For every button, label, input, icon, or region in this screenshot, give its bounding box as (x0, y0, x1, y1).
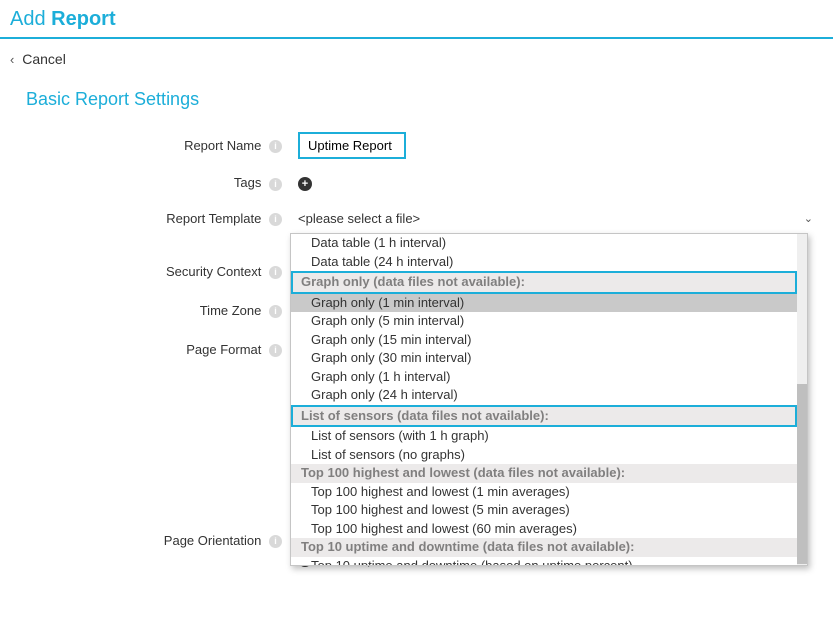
report-template-select[interactable]: <please select a file> ⌄ (298, 207, 833, 230)
page-header: Add Report (0, 0, 833, 39)
cancel-link[interactable]: ‹ Cancel (10, 51, 66, 67)
page-title: Add Report (10, 8, 116, 30)
dropdown-item[interactable]: List of sensors (with 1 h graph) (291, 427, 797, 446)
label-security-context: Security Context i (0, 264, 290, 279)
report-name-input[interactable] (298, 132, 406, 159)
dropdown-item[interactable]: Graph only (1 h interval) (291, 368, 797, 387)
info-icon[interactable]: i (269, 266, 282, 279)
info-icon[interactable]: i (269, 213, 282, 226)
dropdown-item[interactable]: Top 10 uptime and downtime (based on upt… (291, 557, 797, 567)
dropdown-group: Top 10 uptime and downtime (data files n… (291, 538, 797, 557)
title-bold: Report (51, 8, 115, 30)
label-page-orientation: Page Orientation i (0, 529, 290, 548)
label-report-template: Report Template i (0, 207, 290, 226)
row-report-name: Report Name i (0, 124, 833, 167)
label-report-name: Report Name i (0, 138, 290, 153)
report-template-dropdown: Data table (1 h interval)Data table (24 … (290, 233, 808, 566)
info-icon[interactable]: i (269, 305, 282, 318)
dropdown-group: List of sensors (data files not availabl… (291, 405, 797, 428)
dropdown-item[interactable]: Graph only (1 min interval) (291, 294, 797, 313)
dropdown-item[interactable]: Graph only (15 min interval) (291, 331, 797, 350)
info-icon[interactable]: i (269, 178, 282, 191)
row-report-template: Report Template i <please select a file>… (0, 199, 833, 238)
dropdown-item[interactable]: List of sensors (no graphs) (291, 446, 797, 465)
info-icon[interactable]: i (269, 140, 282, 153)
dropdown-item[interactable]: Data table (24 h interval) (291, 253, 797, 272)
dropdown-item[interactable]: Top 100 highest and lowest (1 min averag… (291, 483, 797, 502)
section-title: Basic Report Settings (0, 79, 833, 124)
dropdown-group: Top 100 highest and lowest (data files n… (291, 464, 797, 483)
dropdown-item[interactable]: Graph only (5 min interval) (291, 312, 797, 331)
info-icon[interactable]: i (269, 344, 282, 357)
scrollbar-thumb[interactable] (797, 384, 807, 564)
scrollbar[interactable] (797, 234, 807, 566)
title-light: Add (10, 8, 46, 30)
select-value: <please select a file> (298, 211, 420, 226)
chevron-down-icon: ⌄ (804, 212, 813, 225)
dropdown-group: Graph only (data files not available): (291, 271, 797, 294)
label-tags: Tags i (0, 175, 290, 190)
label-page-format: Page Format i (0, 342, 290, 357)
info-icon[interactable]: i (269, 535, 282, 548)
row-tags: Tags i + (0, 167, 833, 199)
dropdown-item[interactable]: Graph only (30 min interval) (291, 349, 797, 368)
add-tag-icon[interactable]: + (298, 177, 312, 191)
dropdown-item[interactable]: Data table (1 h interval) (291, 234, 797, 253)
dropdown-item[interactable]: Graph only (24 h interval) (291, 386, 797, 405)
dropdown-item[interactable]: Top 100 highest and lowest (60 min avera… (291, 520, 797, 539)
dropdown-item[interactable]: Top 100 highest and lowest (5 min averag… (291, 501, 797, 520)
cancel-row: ‹ Cancel (0, 39, 833, 79)
label-time-zone: Time Zone i (0, 303, 290, 318)
cancel-label: Cancel (22, 51, 66, 67)
chevron-left-icon: ‹ (10, 52, 14, 67)
